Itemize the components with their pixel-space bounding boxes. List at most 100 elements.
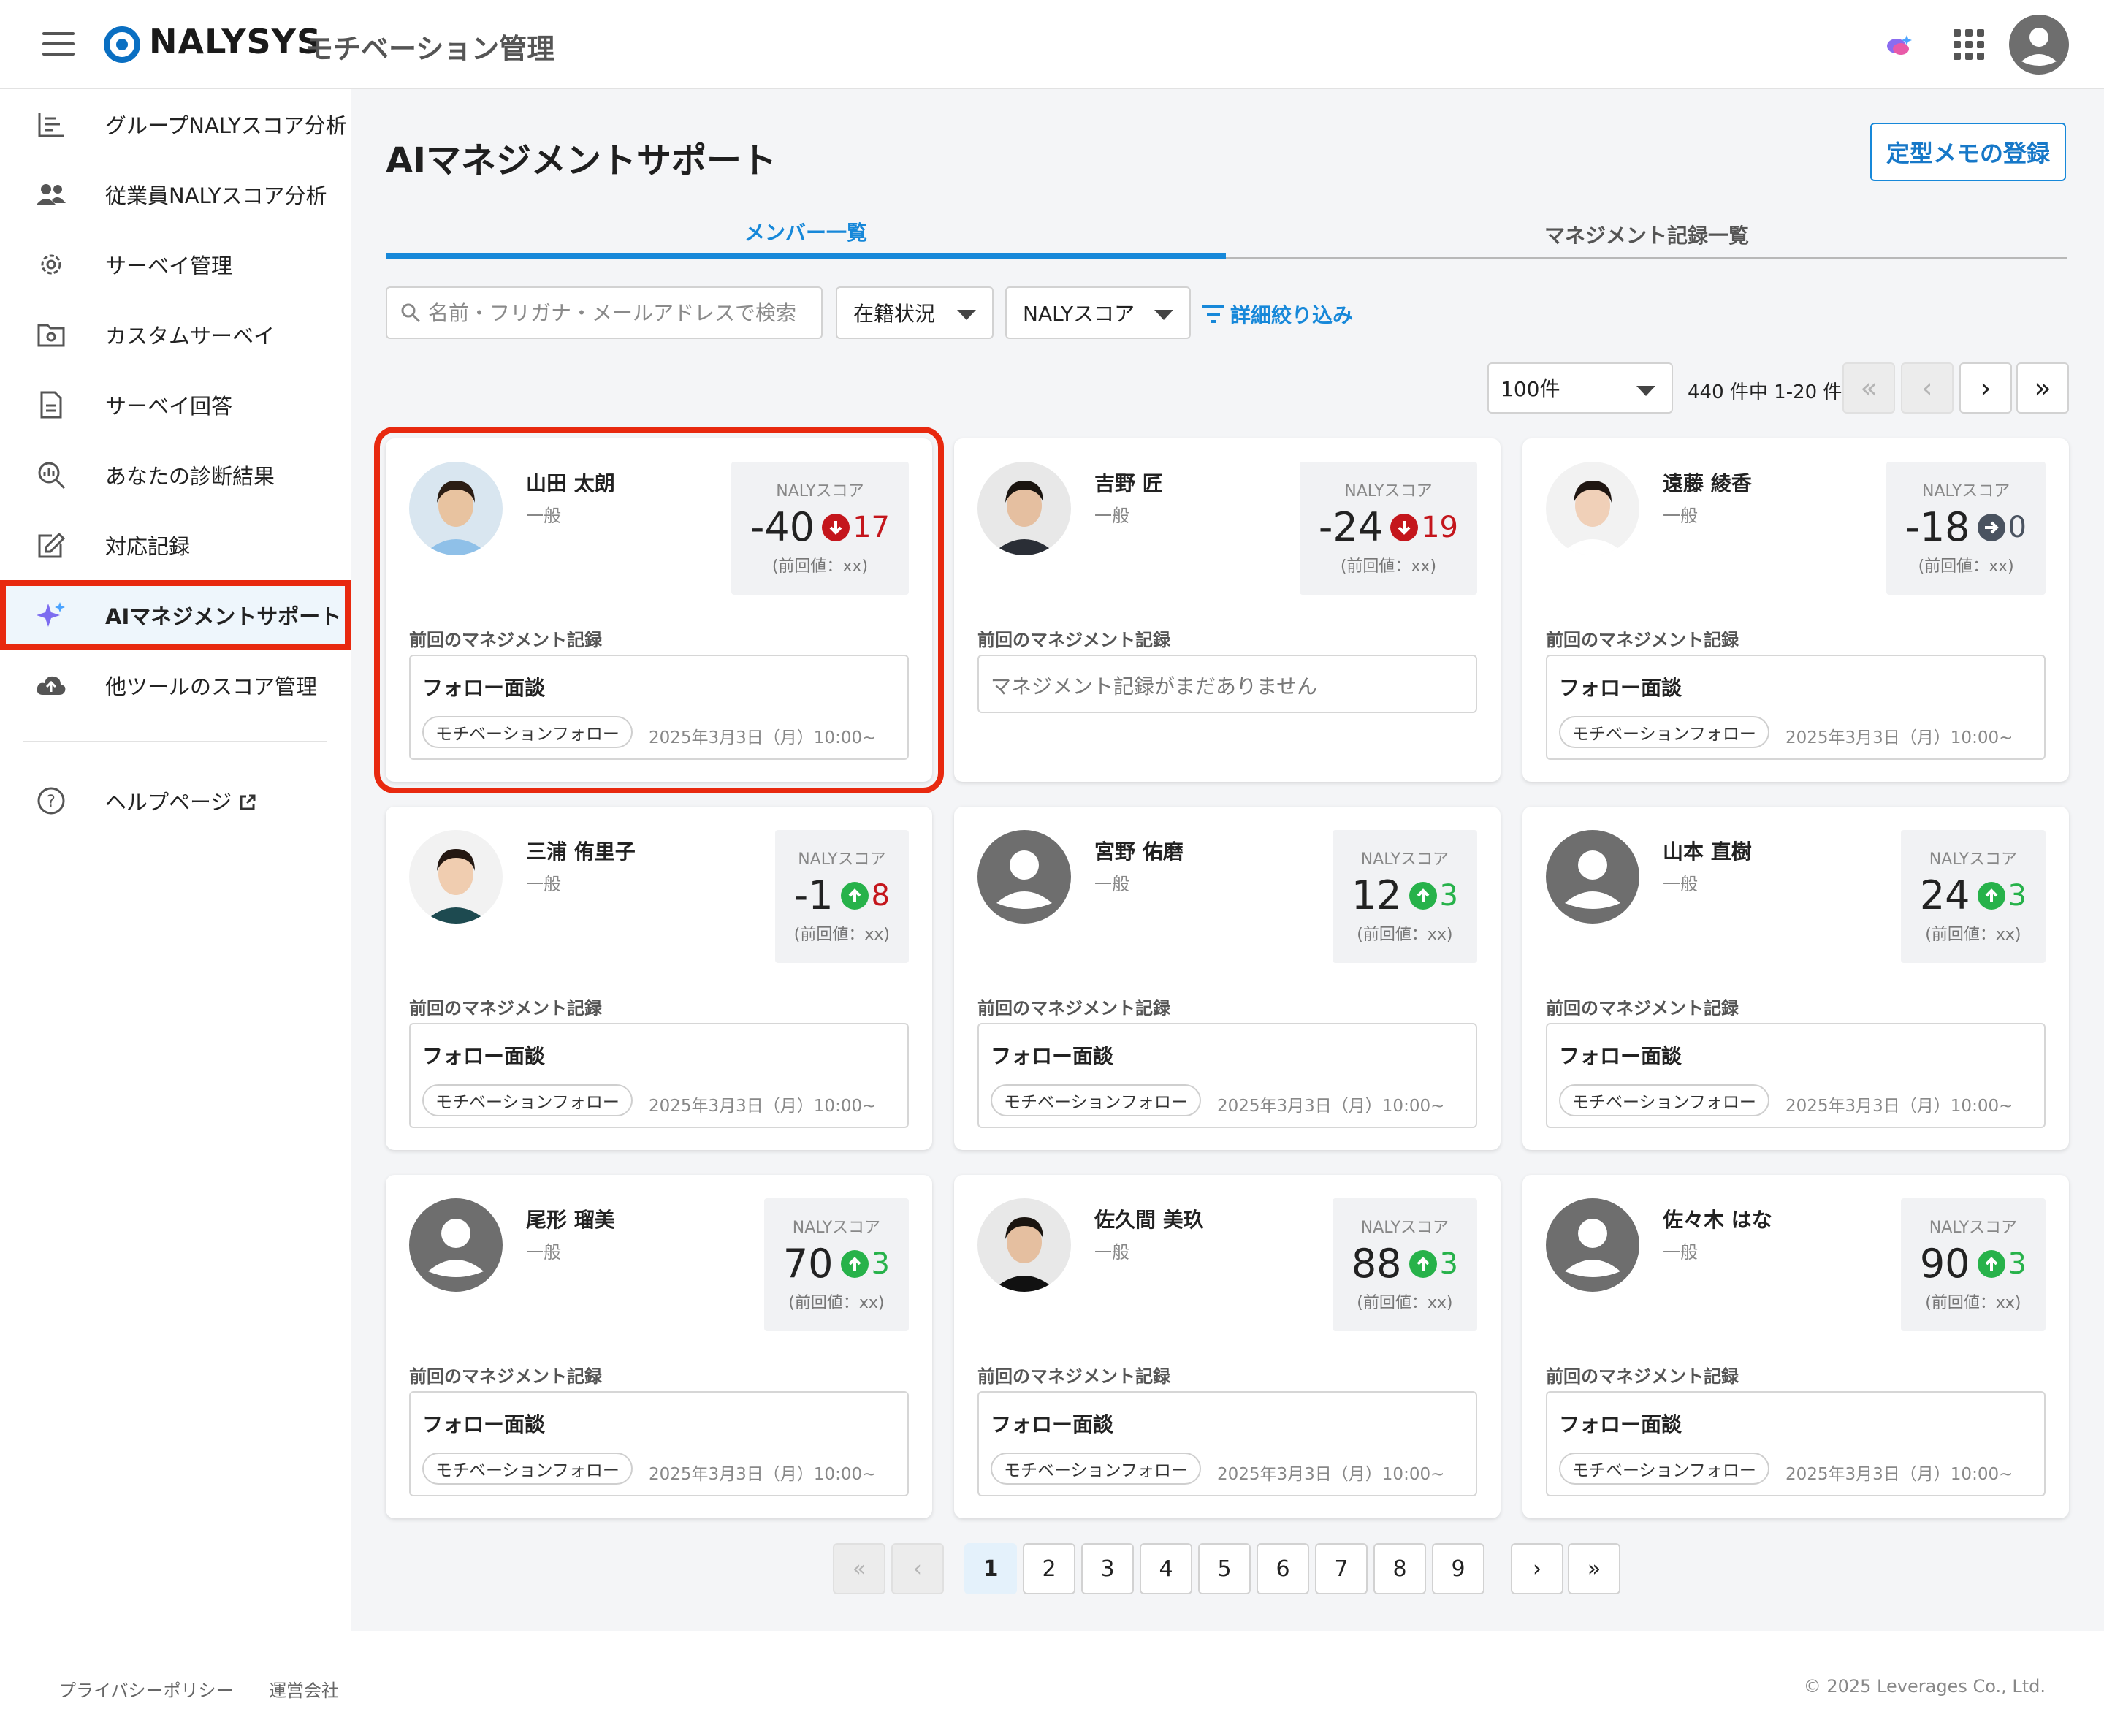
sidebar-item-other-tools[interactable]: 他ツールのスコア管理 (0, 650, 351, 720)
register-memo-button[interactable]: 定型メモの登録 (1870, 123, 2066, 181)
app-grid-icon[interactable] (1954, 29, 1984, 60)
page-number-button[interactable]: 2 (1023, 1543, 1075, 1594)
member-card[interactable]: 宮野 佑磨 一般 NALYスコア 12 3 (前回値：xx) 前回のマネジメント… (954, 807, 1501, 1150)
page-number-button[interactable]: 6 (1257, 1543, 1309, 1594)
member-role: 一般 (1663, 1242, 1698, 1263)
sidebar-item-group-score[interactable]: グループNALYスコア分析 (0, 89, 351, 159)
record-tag: モチベーションフォロー (1559, 716, 1769, 748)
double-chevron-left-icon: « (1860, 372, 1878, 404)
sidebar-item-custom-survey[interactable]: カスタムサーベイ (0, 300, 351, 370)
member-name: 宮野 佑磨 (1094, 840, 1184, 864)
record-date: 2025年3月3日（月）10:00~ (649, 1097, 877, 1116)
privacy-policy-link[interactable]: プライバシーポリシー (58, 1676, 234, 1702)
score-value: -18 (1905, 504, 1970, 550)
member-name: 吉野 匠 (1094, 471, 1163, 495)
management-record-empty: マネジメント記録がまだありません (977, 655, 1477, 713)
last-page-button-bottom[interactable]: » (1568, 1543, 1620, 1594)
management-record[interactable]: フォロー面談 モチベーションフォロー 2025年3月3日（月）10:00~ (977, 1023, 1477, 1128)
filter-icon (1202, 305, 1224, 323)
score-delta: 8 (871, 878, 890, 913)
management-record[interactable]: フォロー面談 モチベーションフォロー 2025年3月3日（月）10:00~ (1546, 1023, 2046, 1128)
nalys-score-box: NALYスコア 12 3 (前回値：xx) (1332, 830, 1477, 963)
record-tag: モチベーションフォロー (1559, 1453, 1769, 1485)
member-role: 一般 (1094, 506, 1129, 526)
score-value: -40 (750, 504, 815, 550)
sidebar-item-label: 従業員NALYスコア分析 (105, 183, 327, 208)
score-label: NALYスコア (798, 850, 886, 869)
sidebar-item-records[interactable]: 対応記録 (0, 510, 351, 580)
last-page-button[interactable]: » (2016, 362, 2069, 414)
status-filter-select[interactable]: 在籍状況 (836, 286, 994, 339)
svg-text:?: ? (47, 793, 56, 811)
chat-sparkle-icon[interactable] (1885, 34, 1913, 57)
search-field[interactable] (386, 286, 823, 339)
page-number-button[interactable]: 9 (1432, 1543, 1484, 1594)
member-card[interactable]: 佐々木 はな 一般 NALYスコア 90 3 (前回値：xx) 前回のマネジメン… (1522, 1175, 2069, 1518)
management-record[interactable]: フォロー面談 モチベーションフォロー 2025年3月3日（月）10:00~ (409, 1023, 909, 1128)
prev-page-button[interactable]: ‹ (1901, 362, 1954, 414)
page-number-button[interactable]: 3 (1081, 1543, 1134, 1594)
management-record[interactable]: フォロー面談 モチベーションフォロー 2025年3月3日（月）10:00~ (977, 1391, 1477, 1496)
prev-page-button-bottom[interactable]: ‹ (891, 1543, 944, 1594)
score-filter-select[interactable]: NALYスコア (1005, 286, 1191, 339)
record-tag: モチベーションフォロー (422, 1084, 633, 1116)
next-page-button[interactable]: › (1959, 362, 2012, 414)
detail-filter-link[interactable]: 詳細絞り込み (1201, 300, 1353, 329)
first-page-button-bottom[interactable]: « (833, 1543, 885, 1594)
sidebar-item-label: サーベイ管理 (105, 254, 233, 278)
page-number-button[interactable]: 7 (1315, 1543, 1368, 1594)
member-name: 尾形 瑠美 (526, 1208, 615, 1232)
sidebar-item-help[interactable]: ? ヘルプページ (0, 766, 351, 836)
result-range: 440 件中 1-20 件 (1688, 381, 1842, 403)
management-record[interactable]: フォロー面談 モチベーションフォロー 2025年3月3日（月）10:00~ (409, 655, 909, 760)
member-card[interactable]: 佐久間 美玖 一般 NALYスコア 88 3 (前回値：xx) 前回のマネジメン… (954, 1175, 1501, 1518)
member-photo (1546, 462, 1639, 555)
next-page-button-bottom[interactable]: › (1511, 1543, 1563, 1594)
member-card[interactable]: 山田 太朗 一般 NALYスコア -40 17 (前回値：xx) 前回のマネジメ… (374, 427, 944, 793)
management-record[interactable]: フォロー面談 モチベーションフォロー 2025年3月3日（月）10:00~ (409, 1391, 909, 1496)
sidebar-item-ai-management[interactable]: AIマネジメントサポート (0, 580, 351, 650)
page-number-button[interactable]: 1 (964, 1543, 1017, 1594)
tab-member-list[interactable]: メンバー一覧 (386, 210, 1226, 259)
record-date: 2025年3月3日（月）10:00~ (1217, 1097, 1445, 1116)
member-card[interactable]: 尾形 瑠美 一般 NALYスコア 70 3 (前回値：xx) 前回のマネジメント… (386, 1175, 932, 1518)
page-number-button[interactable]: 8 (1373, 1543, 1426, 1594)
sidebar-divider (23, 741, 327, 742)
company-link[interactable]: 運営会社 (269, 1676, 339, 1702)
arrow-up-circle-icon (1977, 881, 2005, 910)
record-date: 2025年3月3日（月）10:00~ (1785, 728, 2013, 747)
member-card[interactable]: 遠藤 綾香 一般 NALYスコア -18 0 (前回値：xx) 前回のマネジメン… (1522, 438, 2069, 782)
record-title: フォロー面談 (991, 1044, 1114, 1068)
sidebar-item-label: あなたの診断結果 (105, 464, 275, 489)
first-page-button[interactable]: « (1842, 362, 1895, 414)
management-record[interactable]: フォロー面談 モチベーションフォロー 2025年3月3日（月）10:00~ (1546, 1391, 2046, 1496)
arrow-right-circle-icon (1977, 513, 2005, 541)
nalys-score-box: NALYスコア -40 17 (前回値：xx) (731, 462, 909, 595)
page-number-button[interactable]: 5 (1198, 1543, 1251, 1594)
previous-score: (前回値：xx) (1340, 557, 1437, 576)
double-chevron-right-icon: » (1587, 1556, 1601, 1582)
member-card[interactable]: 三浦 侑里子 一般 NALYスコア -1 8 (前回値：xx) 前回のマネジメン… (386, 807, 932, 1150)
sidebar-item-employee-score[interactable]: 従業員NALYスコア分析 (0, 159, 351, 229)
sidebar-item-survey-admin[interactable]: サーベイ管理 (0, 229, 351, 300)
member-name: 山本 直樹 (1663, 840, 1752, 864)
user-avatar-icon[interactable] (2009, 15, 2069, 75)
document-icon (35, 389, 67, 421)
member-card[interactable]: 吉野 匠 一般 NALYスコア -24 19 (前回値：xx) 前回のマネジメン… (954, 438, 1501, 782)
per-page-value: 100件 (1501, 377, 1560, 401)
per-page-select[interactable]: 100件 (1487, 362, 1673, 414)
management-record[interactable]: フォロー面談 モチベーションフォロー 2025年3月3日（月）10:00~ (1546, 655, 2046, 760)
chevron-left-icon: ‹ (913, 1556, 922, 1582)
member-photo (409, 830, 503, 924)
chevron-down-icon (1636, 386, 1655, 396)
record-title: フォロー面談 (1559, 1412, 1682, 1436)
sidebar-item-diagnosis[interactable]: あなたの診断結果 (0, 440, 351, 510)
member-card[interactable]: 山本 直樹 一般 NALYスコア 24 3 (前回値：xx) 前回のマネジメント… (1522, 807, 2069, 1150)
tab-management-records[interactable]: マネジメント記録一覧 (1226, 210, 2067, 259)
page-number-button[interactable]: 4 (1140, 1543, 1192, 1594)
menu-icon[interactable] (42, 32, 75, 56)
sidebar-item-survey-answer[interactable]: サーベイ回答 (0, 370, 351, 440)
member-role: 一般 (526, 506, 561, 526)
search-input[interactable] (428, 288, 815, 338)
record-section-label: 前回のマネジメント記録 (1546, 998, 1739, 1019)
